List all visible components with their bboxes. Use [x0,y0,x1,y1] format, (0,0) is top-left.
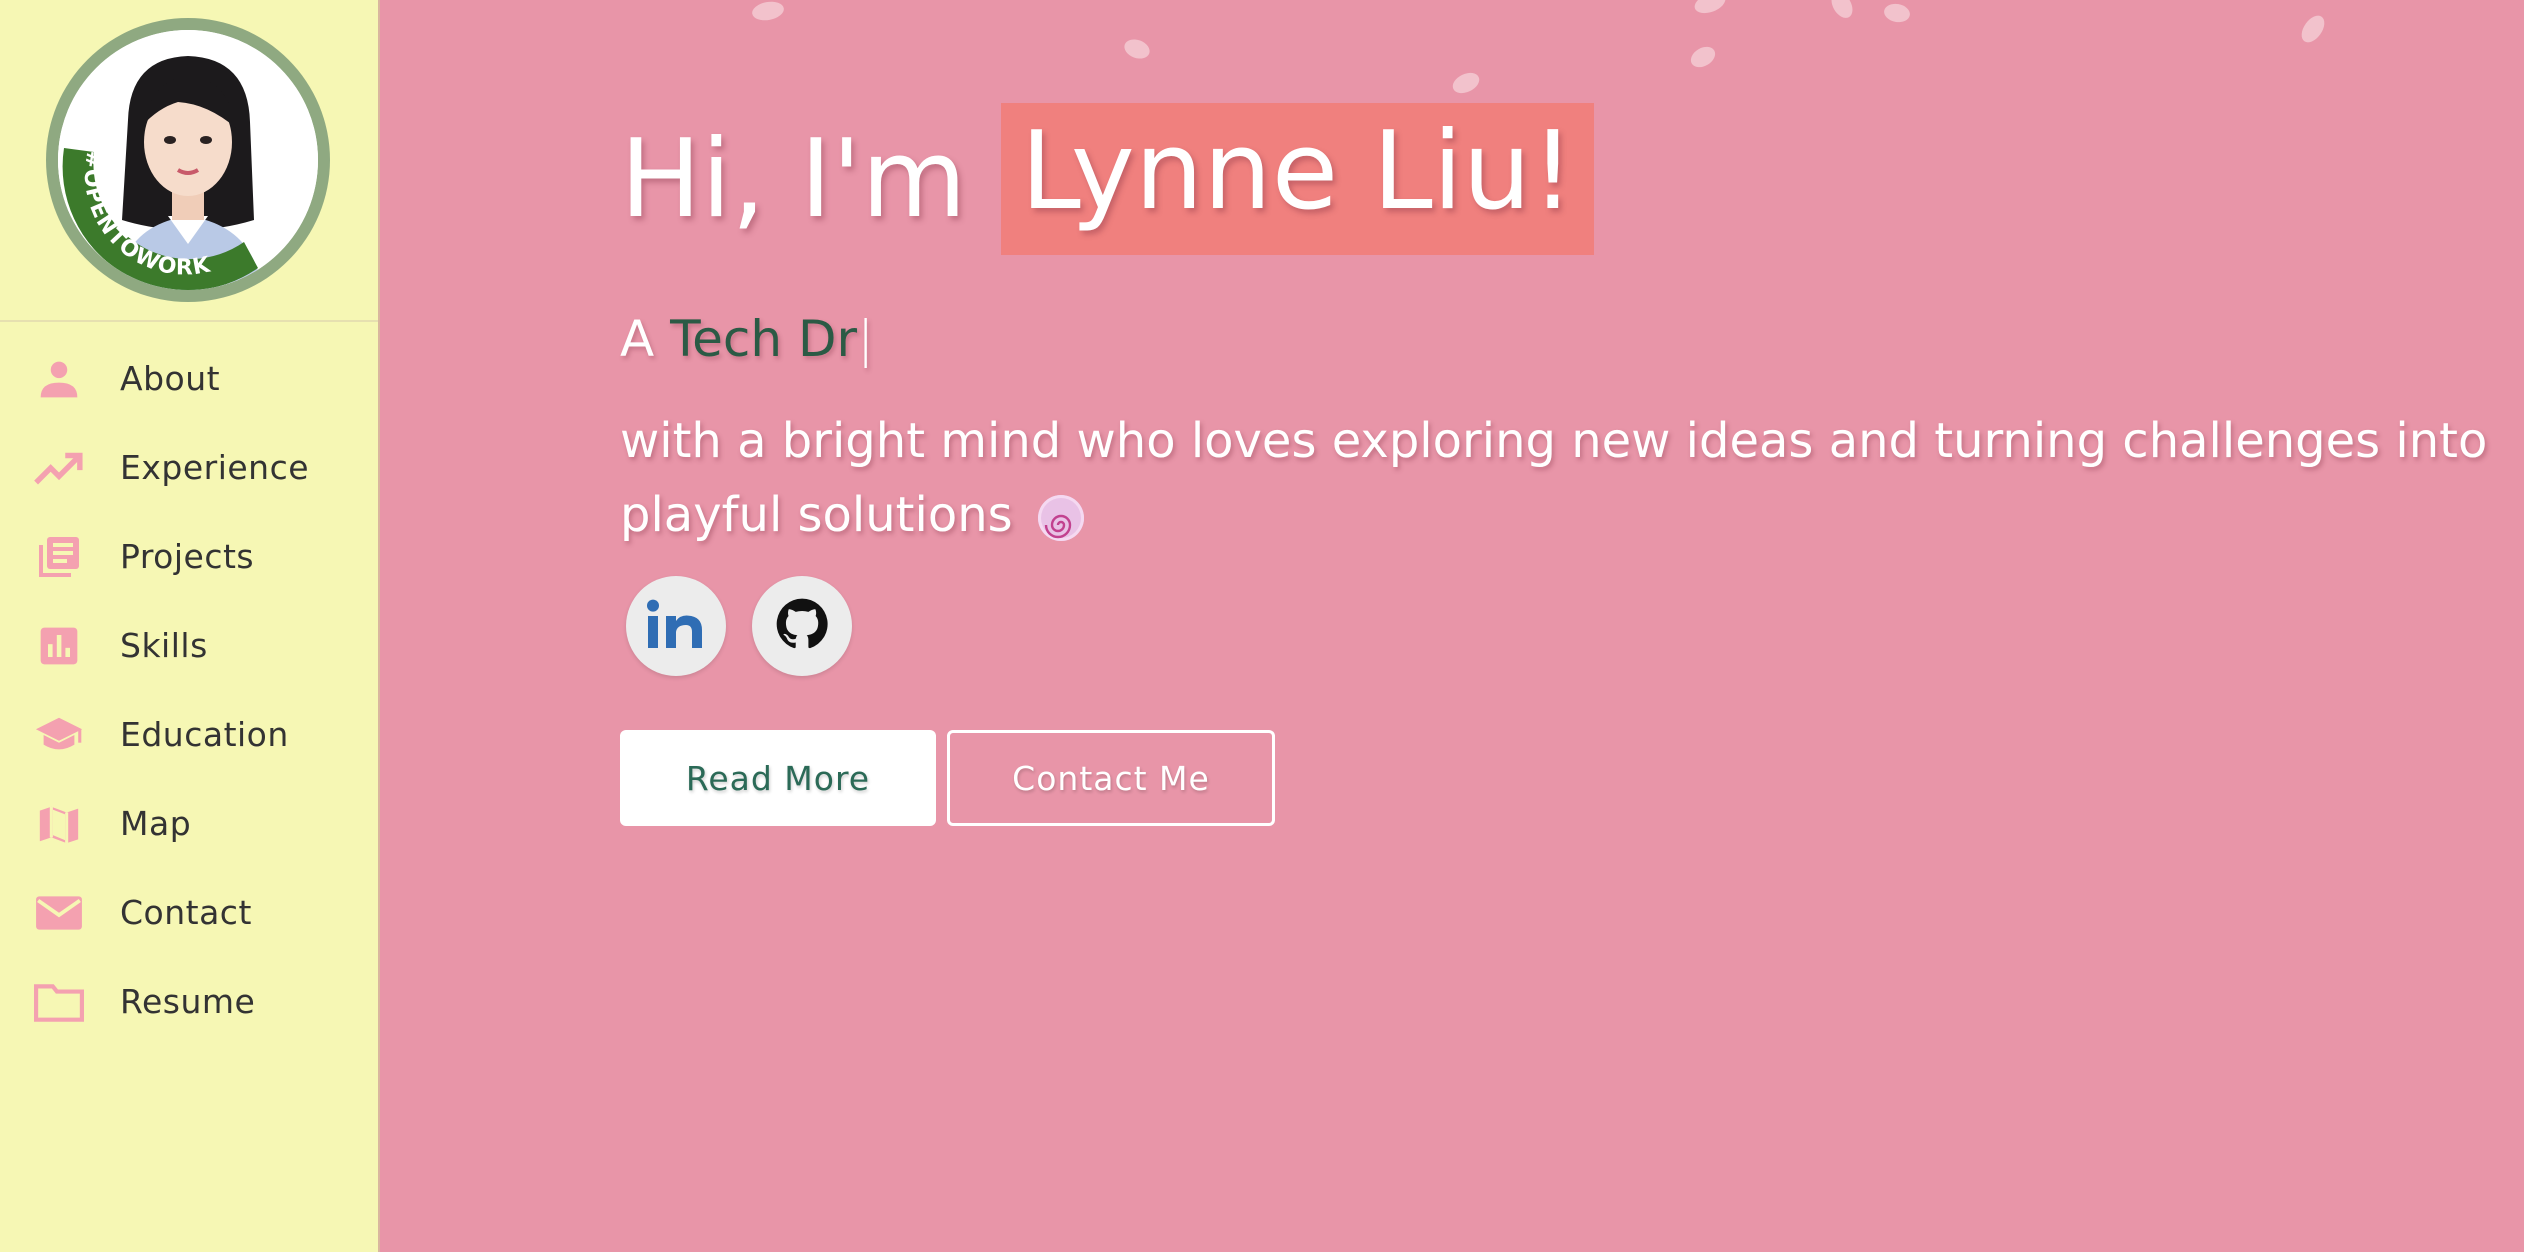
nav-label-projects: Projects [120,537,255,576]
sidebar-divider [0,320,378,322]
nav-label-skills: Skills [120,626,208,665]
sidebar: #OPENTOWORK About Experience Projects Sk… [0,0,380,1252]
petal-decoration [1691,0,1729,17]
bar-chart-icon [34,623,84,669]
github-icon [773,595,831,657]
nav-label-experience: Experience [120,448,310,487]
nav-label-education: Education [120,715,289,754]
nav-label-contact: Contact [120,893,252,932]
petal-decoration [1882,1,1912,25]
contact-me-button[interactable]: Contact Me [947,730,1275,826]
profile-photo: #OPENTOWORK [58,30,318,290]
nav-label-map: Map [120,804,192,843]
tagline-prefix: A [620,310,655,368]
person-icon [34,356,84,402]
lollipop-icon [1037,495,1084,541]
linkedin-button[interactable] [626,576,726,676]
petal-decoration [2297,11,2329,47]
sidebar-nav: About Experience Projects Skills Educati… [0,334,378,1046]
nav-item-about[interactable]: About [0,334,378,423]
petal-decoration [1449,68,1483,98]
nav-item-projects[interactable]: Projects [0,512,378,601]
typing-cursor: | [857,310,874,368]
petal-decoration [1121,36,1153,62]
map-icon [34,801,84,847]
nav-label-about: About [120,359,221,398]
trending-up-icon [34,445,84,491]
github-button[interactable] [752,576,852,676]
mail-icon [34,890,84,936]
nav-item-education[interactable]: Education [0,690,378,779]
hero-section: Hi, I'm Lynne Liu! A Tech Dr| with a bri… [380,0,2524,1252]
hero-name: Lynne Liu! [1000,103,1595,255]
hero-greeting: Hi, I'm Lynne Liu! [620,103,1595,255]
hero-description: with a bright mind who loves exploring n… [620,404,2520,552]
nav-item-skills[interactable]: Skills [0,601,378,690]
petal-decoration [750,0,786,23]
nav-item-map[interactable]: Map [0,779,378,868]
nav-item-contact[interactable]: Contact [0,868,378,957]
tagline-typed-text: Tech Dr [670,310,858,368]
hero-tagline: A Tech Dr| [620,310,874,368]
petal-decoration [1827,0,1857,22]
description-text: with a bright mind who loves exploring n… [620,413,2488,543]
school-icon [34,712,84,758]
folder-icon [34,979,84,1025]
greeting-text: Hi, I'm [620,116,967,242]
nav-item-resume[interactable]: Resume [0,957,378,1046]
petal-decoration [1687,42,1719,72]
nav-item-experience[interactable]: Experience [0,423,378,512]
profile-avatar[interactable]: #OPENTOWORK [58,30,318,290]
nav-label-resume: Resume [120,982,256,1021]
linkedin-icon [646,598,706,654]
read-more-button[interactable]: Read More [620,730,936,826]
profile-avatar-ring: #OPENTOWORK [46,18,330,302]
library-books-icon [34,534,84,580]
